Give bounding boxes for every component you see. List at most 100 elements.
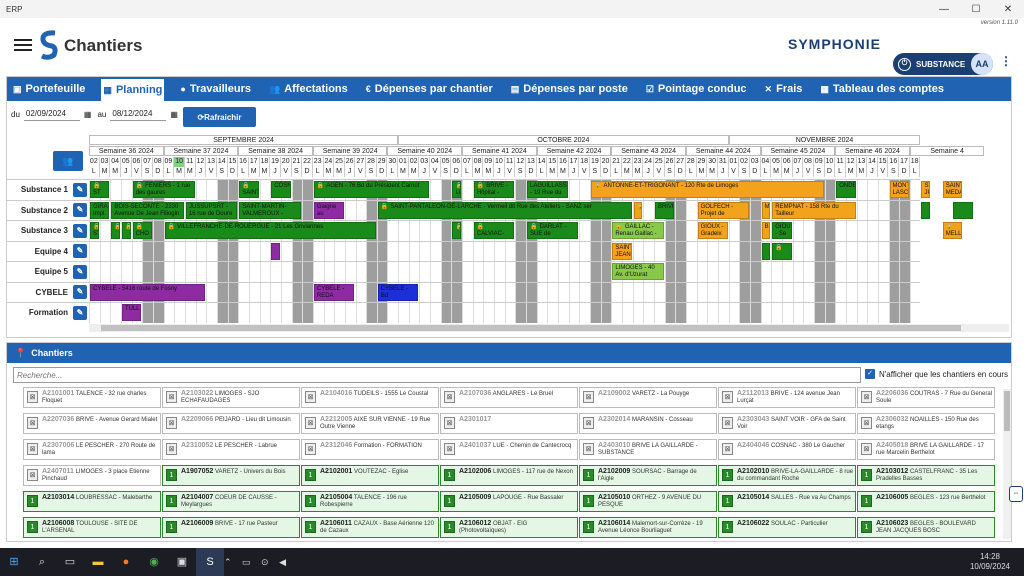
calendar-icon[interactable]: ▦: [170, 110, 178, 119]
chantier-card[interactable]: ⊠ A2104016 TUDEILS - 1555 Le Coustal: [301, 387, 439, 408]
chantier-card[interactable]: ⊠ A2407011 LIMOGES - 3 place Etienne Pinc…: [23, 465, 161, 486]
planning-bar[interactable]: [271, 242, 280, 260]
edit-icon[interactable]: ✎: [73, 305, 87, 320]
date-to-input[interactable]: 08/12/2024: [110, 107, 167, 121]
planning-bar[interactable]: Gaigne au: [313, 201, 344, 219]
planning-bar[interactable]: BRIVE: [654, 201, 675, 219]
firefox-icon[interactable]: ●: [112, 548, 140, 576]
chantier-card[interactable]: 1 A2102009 SOURSAC - Barrage de l'Aigle: [579, 465, 717, 486]
search-input[interactable]: Recherche...: [13, 367, 861, 383]
planning-bar[interactable]: 🔒: [452, 222, 462, 239]
company-selector[interactable]: ⏻ SUBSTANCE AA: [893, 53, 993, 75]
planning-bar[interactable]: 🔒 VILLEFRANCHE-DE-ROUERGUE - 21 Les Grivi…: [164, 222, 376, 239]
chantier-card[interactable]: 1 A2105010 ORTHEZ - 9 AVENUE DU PESQUE: [579, 491, 717, 512]
planning-bar[interactable]: [761, 242, 771, 260]
planning-bar[interactable]: ONDE: [836, 181, 856, 198]
refresh-button[interactable]: ⟳ Rafraichir: [183, 107, 256, 127]
planning-bar[interactable]: CYBELE - 5416 route de Fosny: [90, 283, 206, 301]
chantier-card[interactable]: 1 A2105009 LAPOUGE - Rue Bassaler: [440, 491, 578, 512]
chantier-card[interactable]: ⊠ A2302014 MARANSIN - Cosseau: [579, 413, 717, 434]
planning-bar[interactable]: 🔒CHO: [132, 222, 152, 239]
tab-frais[interactable]: ✕ Frais: [763, 77, 805, 101]
planning-bar[interactable]: GOLFECH - Projet de sécurisation Barrag.…: [697, 201, 749, 219]
tab-travailleurs[interactable]: ● Travailleurs: [178, 77, 253, 101]
checkbox-checked-icon[interactable]: ✓: [865, 369, 875, 379]
maximize-button[interactable]: ☐: [960, 4, 992, 15]
more-options-icon[interactable]: ⋮: [1000, 54, 1012, 68]
edit-icon[interactable]: ✎: [73, 223, 87, 238]
chantier-card[interactable]: 1 A2106014 Malemort-sur-Corrèze - 19 Aven…: [579, 517, 717, 538]
planning-bar[interactable]: ST JU: [921, 181, 931, 198]
planning-bar[interactable]: 🔒BRIVE - Hôpital - Trav. d'aménagement: [473, 181, 515, 198]
chantier-card[interactable]: ⊠ A2401037 LUE - Chemin de Cantecrocq: [440, 439, 578, 460]
assign-people-button[interactable]: 👥: [53, 151, 83, 171]
planning-bar[interactable]: BOIS-SECONTE - 2330 Avenue De Jean Filio…: [111, 201, 184, 219]
file-explorer-icon[interactable]: ▬: [84, 548, 112, 576]
planning-bar[interactable]: JUSSUPSRT - 16 rue de Doure: [185, 201, 238, 219]
current-only-checkbox[interactable]: ✓ N'afficher que les chantiers en cours: [865, 369, 1008, 379]
chantier-card[interactable]: 1 A2103014 LOUBRESSAC - Malebarthe: [23, 491, 161, 512]
chantier-card[interactable]: 1 A2106023 BEGLES - BOULEVARD JEAN JACQUE…: [857, 517, 995, 538]
planning-bar[interactable]: TULLE: [121, 304, 142, 321]
planning-bar[interactable]: LAGUILLASSIE - 19 Rue du: [527, 181, 568, 198]
horizontal-scrollbar[interactable]: [89, 324, 1009, 332]
chantier-card[interactable]: ⊠ A2206036 COUTRAS - 7 Rue du General Sou…: [857, 387, 995, 408]
planning-bar[interactable]: 🔒: [121, 222, 131, 239]
planning-bar[interactable]: MO: [761, 201, 771, 219]
calendar-icon[interactable]: ▦: [84, 110, 92, 119]
planning-bar[interactable]: 🔒 AGEN - 76 Bd du Président Carnot: [313, 181, 430, 198]
tab-d-penses-par-poste[interactable]: ▤ Dépenses par poste: [509, 77, 630, 101]
chantier-card[interactable]: 1 A2106009 BRIVE - 17 rue Pasteur: [162, 517, 300, 538]
edit-icon[interactable]: ✎: [73, 182, 87, 197]
avatar[interactable]: AA: [971, 53, 993, 75]
chantier-card[interactable]: 1 A2106008 TOULOUSE - SITE DE L'ARSENAL: [23, 517, 161, 538]
system-tray-icons[interactable]: ⌃ ▭ ⊙ ◀: [224, 557, 290, 568]
planning-bar[interactable]: [921, 201, 931, 219]
chantier-card[interactable]: ⊠ A2307006 LE PESCHER - 270 Route de lama: [23, 439, 161, 460]
vertical-scrollbar[interactable]: [1003, 389, 1011, 539]
chantier-card[interactable]: 1 A2106022 SOULAC - Particulier: [718, 517, 856, 538]
planning-bar[interactable]: SAINT-MEDARD: [942, 181, 963, 198]
chantier-card[interactable]: 1 A2102001 VOUTEZAC - Eglise: [301, 465, 439, 486]
chantier-card[interactable]: ⊠ A2404046 COSNAC - 380 Le Gaucher: [718, 439, 856, 460]
chantier-card[interactable]: ⊠ A2303043 SAINT VOIR - GFA de Saint Voir: [718, 413, 856, 434]
search-icon[interactable]: ⌕: [28, 548, 56, 576]
planning-bar[interactable]: 🔒: [633, 201, 643, 219]
chantier-card[interactable]: ⊠ A2212005 AIXE SUR VIENNE - 19 Rue Outre…: [301, 413, 439, 434]
chantier-card[interactable]: 1 A2105004 TALENCE - 196 rue Robespierre: [301, 491, 439, 512]
planning-bar[interactable]: 🔒 ANTONNE-ET-TRIGONANT - 120 Rte de Limog…: [591, 181, 824, 198]
chrome-icon[interactable]: ◉: [140, 548, 168, 576]
windows-start-icon[interactable]: ⊞: [0, 548, 28, 576]
planning-bar[interactable]: 🔒: [772, 242, 792, 260]
planning-bar[interactable]: 🔒LIO: [452, 181, 462, 198]
tab-tableau-des-comptes[interactable]: ▦ Tableau des comptes: [818, 77, 946, 101]
minimize-button[interactable]: —: [928, 4, 960, 15]
chantier-card[interactable]: 1 A2106005 BEGLES - 123 rue Berthelot: [857, 491, 995, 512]
chantier-card[interactable]: ⊠ A2107036 ANGLARES - Le Bruel: [440, 387, 578, 408]
tab-planning[interactable]: ▦ Planning: [101, 77, 165, 101]
terminal-icon[interactable]: ▣: [168, 548, 196, 576]
chantier-card[interactable]: ⊠ A2207036 BRIVE - Avenue Gerard Mialet: [23, 413, 161, 434]
planning-bar[interactable]: 🔒 FENIERS - 1 rue des gaures: [132, 181, 195, 198]
edit-icon[interactable]: ✎: [73, 203, 87, 217]
chantier-card[interactable]: ⊠ A2112013 BRIVE - 124 avenue Jean Lurçat: [718, 387, 856, 408]
task-view-icon[interactable]: ▭: [56, 548, 84, 576]
planning-bar[interactable]: 🔒SAINT: [239, 181, 259, 198]
planning-bar[interactable]: SAINT-MARTIN-VALMEROUX - CHOLYTTE: [239, 201, 302, 219]
tab-pointage-conduc[interactable]: ☑ Pointage conduc: [644, 77, 749, 101]
menu-icon[interactable]: [14, 39, 32, 51]
planning-bar[interactable]: 🔒: [111, 222, 120, 239]
planning-bar[interactable]: 🔒STO: [90, 222, 99, 239]
planning-bar[interactable]: 🔒DARLAT - SUE de Pasigord: [527, 222, 579, 239]
chantier-card[interactable]: 1 A2102006 LIMOGES - 117 rue de Nexon: [440, 465, 578, 486]
planning-bar[interactable]: COSNAC: [271, 181, 291, 198]
chantier-card[interactable]: 1 A2106011 CAZAUX - Base Aérienne 120 de …: [301, 517, 439, 538]
planning-bar[interactable]: 🔒ST MARTIN VALMEROUX: [90, 181, 110, 198]
chantier-card[interactable]: 1 A2106012 OBJAT - EIG (Photovoltaïques): [440, 517, 578, 538]
edit-icon[interactable]: ✎: [73, 285, 87, 299]
tab-portefeuille[interactable]: ▣ Portefeuille: [11, 77, 87, 101]
chantier-card[interactable]: ⊠ A2103022 LIMOGES - SJO ECHAFAUDAGES: [162, 387, 300, 408]
tab-d-penses-par-chantier[interactable]: € Dépenses par chantier: [364, 77, 495, 101]
planning-bar[interactable]: BET: [761, 222, 771, 239]
planning-bar[interactable]: 🔒GAILLAC - Renau Gaillac - Groupe: [612, 222, 664, 239]
